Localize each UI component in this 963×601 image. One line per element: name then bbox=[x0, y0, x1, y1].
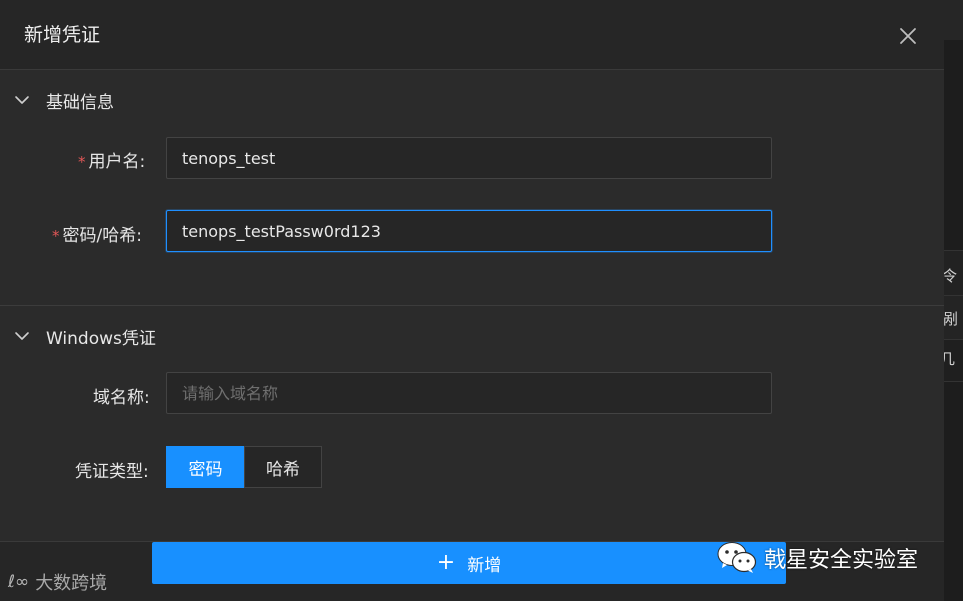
background-row: 几 bbox=[944, 340, 963, 382]
add-button[interactable]: + 新增 bbox=[152, 542, 786, 584]
close-icon[interactable] bbox=[896, 24, 920, 48]
watermark-right: 戟星安全实验室 bbox=[716, 540, 918, 576]
domain-label: 域名称: bbox=[93, 388, 150, 408]
required-mark: * bbox=[52, 227, 60, 245]
background-text: 令 bbox=[944, 267, 958, 285]
watermark-text: 大数跨境 bbox=[35, 573, 108, 594]
required-mark: * bbox=[78, 153, 86, 171]
section-label: Windows凭证 bbox=[46, 329, 156, 349]
domain-input[interactable] bbox=[166, 372, 772, 414]
watermark-logo: ℓ∞ bbox=[8, 572, 30, 592]
password-hash-input[interactable] bbox=[166, 210, 772, 252]
section-label: 基础信息 bbox=[46, 93, 114, 113]
password-label: * 密码/哈希: bbox=[52, 226, 142, 246]
background-bar bbox=[944, 0, 963, 40]
section-windows-credential[interactable]: Windows凭证 bbox=[0, 314, 944, 358]
cred-type-hash-option[interactable]: 哈希 bbox=[244, 446, 322, 488]
section-basic-info[interactable]: 基础信息 bbox=[0, 78, 944, 122]
drawer-header: 新增凭证 bbox=[0, 0, 944, 70]
background-page: 令 剐 几 bbox=[944, 0, 963, 601]
cred-type-password-option[interactable]: 密码 bbox=[166, 446, 245, 488]
chevron-down-icon bbox=[15, 332, 29, 340]
background-row: 令 bbox=[944, 250, 963, 296]
add-credential-drawer: 新增凭证 基础信息 *用户名: *密码/哈希: Windows凭证 域名称: 凭… bbox=[0, 0, 944, 601]
chevron-down-icon bbox=[15, 96, 29, 104]
drawer-title: 新增凭证 bbox=[24, 24, 101, 46]
username-label: * 用户名: bbox=[78, 152, 146, 172]
section-divider bbox=[0, 305, 944, 306]
username-input[interactable] bbox=[166, 137, 772, 179]
background-text: 几 bbox=[944, 350, 956, 368]
plus-icon: + bbox=[436, 550, 456, 575]
credential-type-label: 凭证类型: bbox=[75, 462, 149, 482]
background-row: 剐 bbox=[944, 296, 963, 340]
background-text: 剐 bbox=[944, 310, 959, 328]
watermark-left: ℓ∞ 大数跨境 bbox=[8, 569, 107, 595]
add-button-label: 新增 bbox=[467, 555, 502, 576]
watermark-text: 戟星安全实验室 bbox=[764, 548, 919, 573]
wechat-icon bbox=[717, 542, 757, 573]
